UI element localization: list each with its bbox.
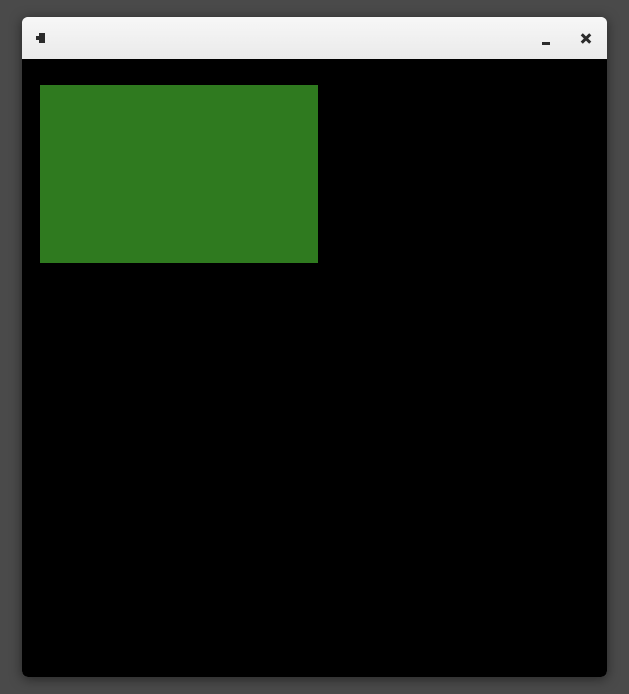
titlebar-left [36, 32, 48, 44]
app-icon [36, 32, 48, 44]
close-button[interactable] [579, 31, 593, 45]
app-window [22, 17, 607, 677]
minimize-icon [542, 42, 550, 45]
titlebar[interactable] [22, 17, 607, 59]
titlebar-controls [539, 31, 593, 45]
green-rectangle [40, 85, 318, 263]
canvas-area [22, 59, 607, 677]
minimize-button[interactable] [539, 31, 553, 45]
